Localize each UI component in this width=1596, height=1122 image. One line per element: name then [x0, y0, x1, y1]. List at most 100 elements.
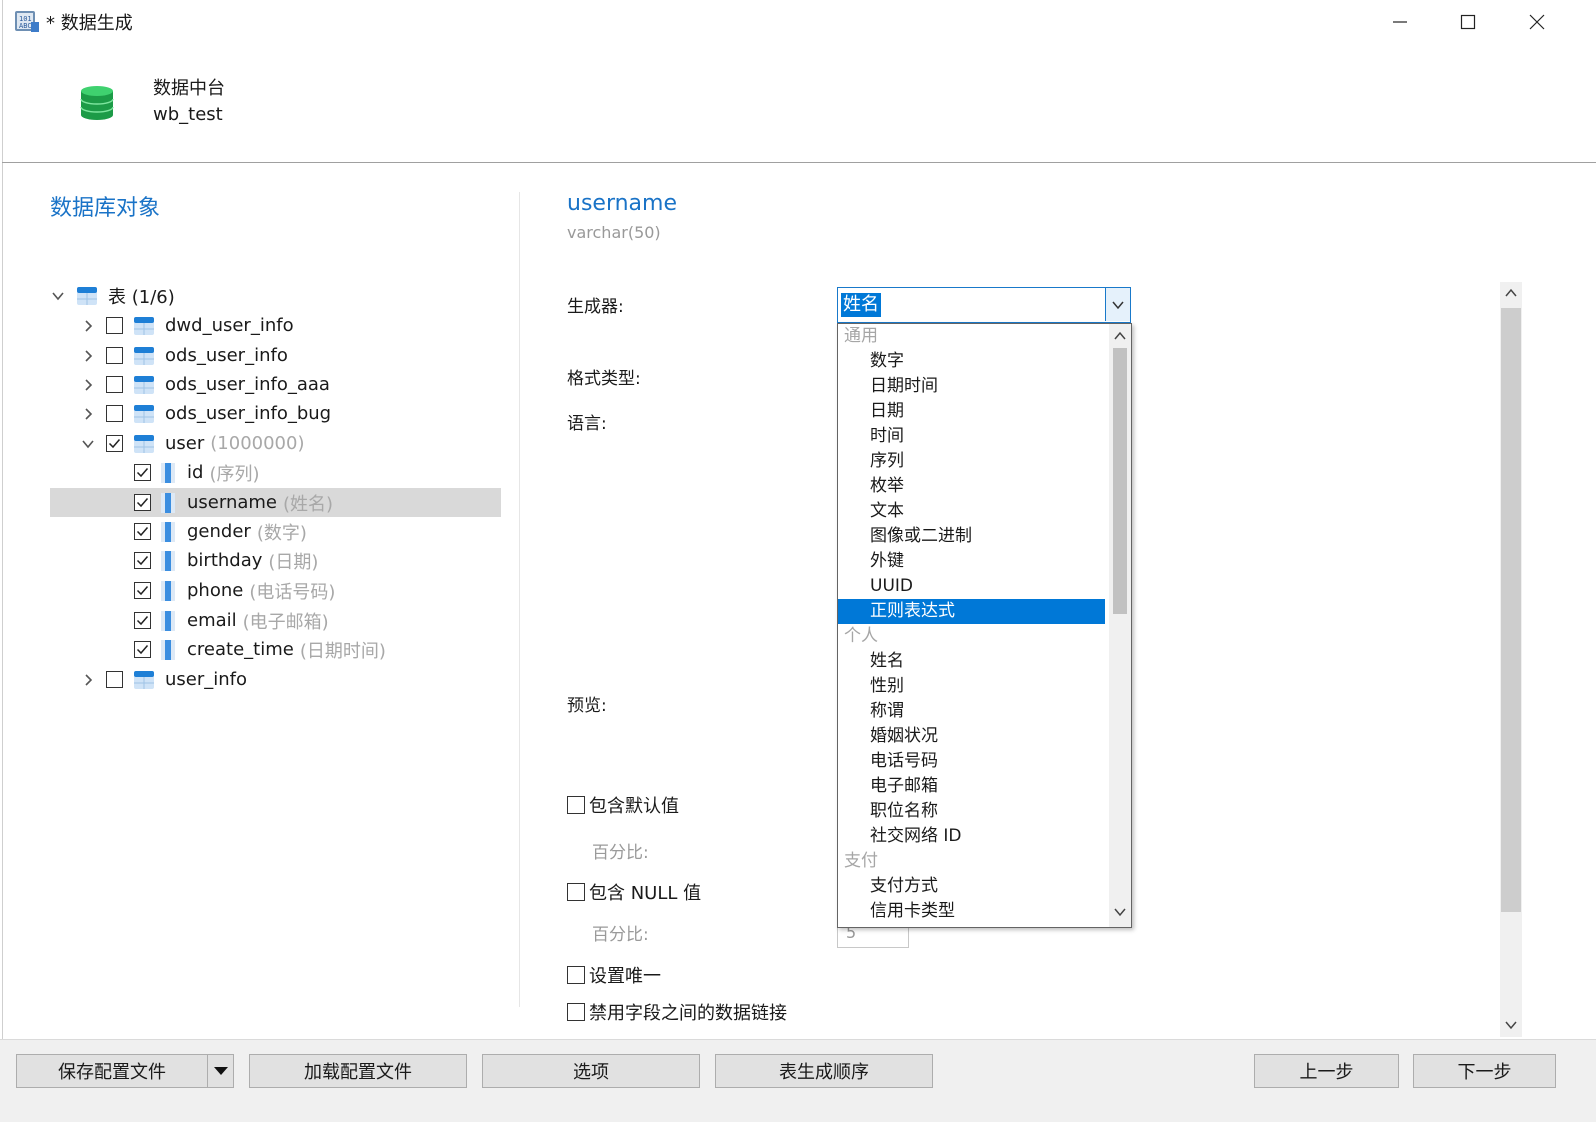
generator-option[interactable]: 职位名称 [838, 799, 1105, 824]
column-checkbox[interactable] [134, 494, 151, 511]
column-checkbox[interactable] [134, 552, 151, 569]
generator-option[interactable]: 日期 [838, 399, 1105, 424]
tree-column-row[interactable]: email (电子邮箱) [50, 606, 501, 635]
generator-option[interactable]: UUID [838, 574, 1105, 599]
options-button[interactable]: 选项 [482, 1054, 700, 1088]
tree-root-tables[interactable]: 表 (1/6) [50, 281, 501, 310]
generator-option[interactable]: 外键 [838, 549, 1105, 574]
chevron-down-icon[interactable] [80, 436, 96, 452]
table-checkbox[interactable] [106, 347, 123, 364]
table-checkbox[interactable] [106, 671, 123, 688]
generator-combobox-value[interactable]: 姓名 [841, 293, 881, 317]
tree-table-row[interactable]: ods_user_info_bug [50, 399, 501, 428]
table-checkbox[interactable] [106, 376, 123, 393]
column-generator-hint: (姓名) [283, 493, 334, 515]
include-null-checkbox[interactable] [567, 883, 585, 901]
column-icon [161, 550, 175, 571]
generator-combobox[interactable]: 姓名 [837, 287, 1131, 323]
chevron-right-icon[interactable] [80, 672, 96, 688]
chevron-right-icon[interactable] [80, 348, 96, 364]
dropdown-scrollbar-thumb[interactable] [1113, 348, 1127, 614]
prev-step-button[interactable]: 上一步 [1254, 1054, 1399, 1088]
load-config-button[interactable]: 加载配置文件 [249, 1054, 467, 1088]
generator-option[interactable]: 性别 [838, 674, 1105, 699]
chevron-right-icon[interactable] [80, 406, 96, 422]
tree-column-row-selected[interactable]: username (姓名) [50, 488, 501, 517]
generator-option[interactable]: 社交网络 ID [838, 824, 1105, 849]
options-label: 选项 [573, 1062, 609, 1083]
table-icon [134, 346, 154, 365]
chevron-right-icon[interactable] [80, 377, 96, 393]
column-checkbox[interactable] [134, 612, 151, 629]
generator-option[interactable]: 信用卡类型 [838, 899, 1105, 924]
generator-option[interactable]: 文本 [838, 499, 1105, 524]
generator-option[interactable]: 称谓 [838, 699, 1105, 724]
tree-column-row[interactable]: create_time (日期时间) [50, 635, 501, 664]
table-checkbox[interactable] [106, 405, 123, 422]
generator-dropdown-list[interactable]: 通用 数字 日期时间 日期 时间 序列 枚举 文本 图像或二进制 外键 UUID 正则表达式 个人 姓名性… [837, 323, 1132, 928]
disable-data-link-option[interactable]: 禁用字段之间的数据链接 [567, 999, 787, 1025]
next-step-label: 下一步 [1457, 1062, 1512, 1083]
language-label: 语言: [567, 414, 607, 434]
maximize-button[interactable] [1434, 0, 1502, 44]
generator-option[interactable]: 图像或二进制 [838, 524, 1105, 549]
generator-option[interactable]: 婚姻状况 [838, 724, 1105, 749]
generator-option[interactable]: 正则表达式 [838, 599, 1105, 624]
table-order-button[interactable]: 表生成顺序 [715, 1054, 933, 1088]
generator-option[interactable]: 电话号码 [838, 749, 1105, 774]
generator-option[interactable]: 枚举 [838, 474, 1105, 499]
scroll-down-icon[interactable] [1114, 907, 1126, 917]
tree-table-row[interactable]: ods_user_info_aaa [50, 370, 501, 399]
tree-column-row[interactable]: phone (电话号码) [50, 576, 501, 605]
main-scrollbar[interactable] [1500, 282, 1522, 1037]
column-checkbox[interactable] [134, 582, 151, 599]
scroll-down-icon[interactable] [1505, 1020, 1517, 1030]
chevron-down-icon[interactable] [50, 288, 66, 304]
format-type-label: 格式类型: [567, 369, 641, 389]
table-icon [134, 316, 154, 335]
database-icon [80, 86, 114, 120]
tree-table-row-user[interactable]: user (1000000) [50, 429, 501, 458]
generator-option[interactable]: 日期时间 [838, 374, 1105, 399]
scroll-up-icon[interactable] [1505, 288, 1517, 298]
include-null-option[interactable]: 包含 NULL 值 [567, 879, 701, 905]
pane-divider[interactable] [519, 192, 520, 1007]
tree-column-row[interactable]: id (序列) [50, 458, 501, 487]
table-icon [134, 434, 154, 453]
load-config-label: 加载配置文件 [304, 1062, 412, 1083]
save-config-button[interactable]: 保存配置文件 [16, 1054, 208, 1088]
table-checkbox[interactable] [106, 435, 123, 452]
checkmark-icon [136, 586, 149, 596]
generator-option[interactable]: 支付方式 [838, 874, 1105, 899]
generator-option[interactable]: 电子邮箱 [838, 774, 1105, 799]
save-config-dropdown-button[interactable] [207, 1054, 234, 1088]
selected-column-type: varchar(50) [567, 223, 661, 242]
set-unique-checkbox[interactable] [567, 966, 585, 984]
tree-column-row[interactable]: birthday (日期) [50, 546, 501, 575]
close-window-button[interactable] [1503, 0, 1571, 44]
generator-option[interactable]: 数字 [838, 349, 1105, 374]
include-default-checkbox[interactable] [567, 796, 585, 814]
tree-table-row[interactable]: ods_user_info [50, 341, 501, 370]
tree-column-row[interactable]: gender (数字) [50, 517, 501, 546]
column-checkbox[interactable] [134, 641, 151, 658]
chevron-right-icon[interactable] [80, 318, 96, 334]
table-icon [134, 404, 154, 423]
column-checkbox[interactable] [134, 523, 151, 540]
scroll-up-icon[interactable] [1114, 331, 1126, 341]
disable-data-link-checkbox[interactable] [567, 1003, 585, 1021]
table-checkbox[interactable] [106, 317, 123, 334]
next-step-button[interactable]: 下一步 [1413, 1054, 1556, 1088]
minimize-button[interactable] [1366, 0, 1434, 44]
generator-option[interactable]: 时间 [838, 424, 1105, 449]
tree-table-row[interactable]: user_info [50, 665, 501, 694]
include-default-option[interactable]: 包含默认值 [567, 792, 679, 818]
dropdown-scrollbar[interactable] [1109, 324, 1131, 927]
main-scrollbar-thumb[interactable] [1501, 308, 1521, 912]
column-checkbox[interactable] [134, 464, 151, 481]
generator-option[interactable]: 序列 [838, 449, 1105, 474]
set-unique-option[interactable]: 设置唯一 [567, 962, 661, 988]
tree-table-row[interactable]: dwd_user_info [50, 311, 501, 340]
generator-option[interactable]: 姓名 [838, 649, 1105, 674]
generator-dropdown-button[interactable] [1105, 288, 1130, 321]
